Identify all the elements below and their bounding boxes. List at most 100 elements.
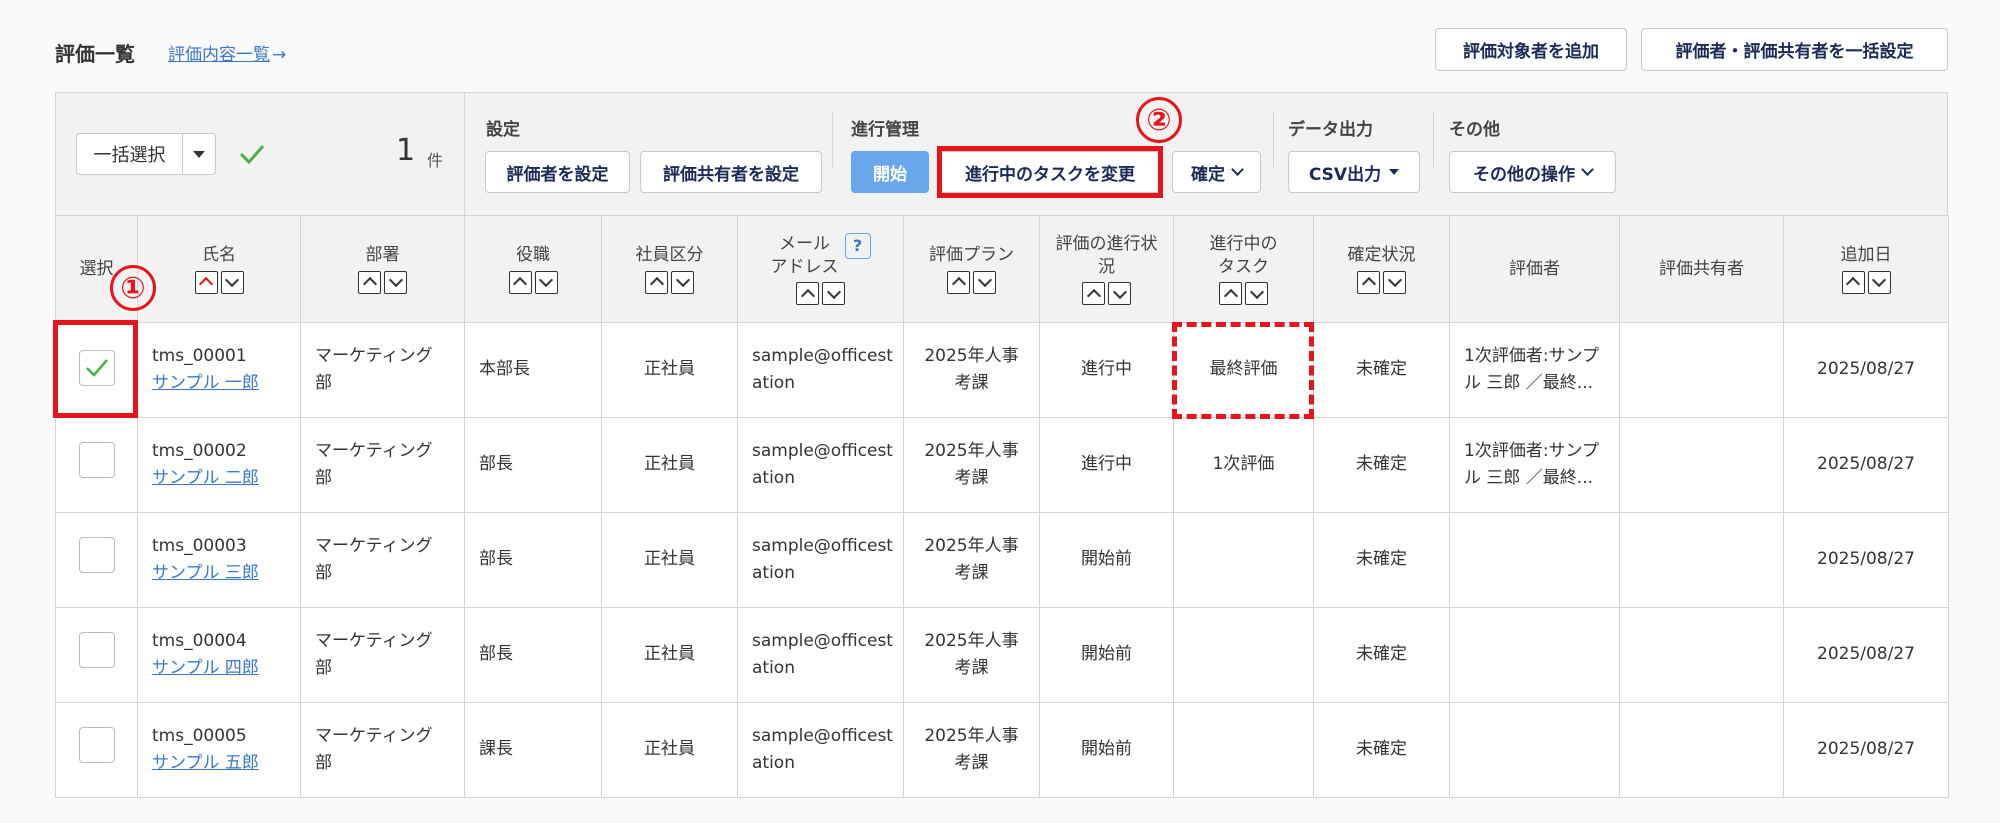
- sort-desc-icon[interactable]: [384, 270, 407, 294]
- help-icon[interactable]: ?: [844, 232, 871, 259]
- employee-id: tms_00004: [152, 630, 247, 651]
- sharer-cell: [1619, 607, 1784, 703]
- sort-desc-icon[interactable]: [220, 270, 244, 294]
- email-cell: sample@officest ation: [737, 512, 904, 608]
- highlight-task-cell: [1172, 322, 1314, 419]
- header-evaluator: 評価者: [1449, 215, 1620, 323]
- evaluator-cell: [1449, 607, 1620, 703]
- header-position: 役職: [464, 215, 602, 323]
- emp-type-cell: 正社員: [601, 322, 738, 418]
- other-actions-label: その他の操作: [1473, 164, 1575, 185]
- start-button[interactable]: 開始: [851, 151, 929, 193]
- sort-desc-icon[interactable]: [973, 270, 996, 294]
- marker-1: ①: [110, 265, 156, 311]
- select-cell: [55, 417, 138, 513]
- added-date-cell: 2025/08/27: [1783, 322, 1949, 418]
- employee-name-link[interactable]: サンプル 二郎: [152, 468, 259, 488]
- confirm-cell: 未確定: [1313, 702, 1450, 798]
- name-cell: tms_00005 サンプル 五郎: [137, 702, 301, 798]
- page-title: 評価一覧: [55, 42, 135, 66]
- row-checkbox[interactable]: [78, 442, 115, 479]
- name-cell: tms_00001 サンプル 一郎: [137, 322, 301, 418]
- header-confirm: 確定状況: [1313, 215, 1450, 323]
- sort-asc-icon[interactable]: [508, 270, 532, 294]
- plan-cell: 2025年人事 考課: [903, 607, 1040, 703]
- sort-desc-icon[interactable]: [1383, 270, 1406, 294]
- bulk-select-button[interactable]: 一括選択: [77, 134, 183, 174]
- sharer-cell: [1619, 322, 1784, 418]
- bulk-select-control: 一括選択: [76, 133, 216, 175]
- csv-export-button[interactable]: CSV出力: [1288, 151, 1420, 193]
- set-evaluator-button[interactable]: 評価者を設定: [485, 151, 630, 193]
- position-cell: 部長: [464, 512, 602, 608]
- caret-down-icon: [1389, 169, 1400, 175]
- task-cell: [1173, 512, 1314, 608]
- confirm-cell: 未確定: [1313, 417, 1450, 513]
- position-cell: 課長: [464, 702, 602, 798]
- sort-desc-icon[interactable]: [534, 270, 558, 294]
- status-cell: 開始前: [1039, 512, 1174, 608]
- plan-cell: 2025年人事 考課: [903, 417, 1040, 513]
- row-checkbox[interactable]: [78, 727, 115, 764]
- divider: [1433, 111, 1434, 167]
- sort-desc-icon[interactable]: [671, 270, 694, 294]
- sort-desc-icon[interactable]: [1245, 282, 1268, 306]
- sort-asc-icon[interactable]: [947, 270, 970, 294]
- divider: [1273, 111, 1274, 167]
- dept-cell: マーケティング部: [300, 607, 465, 703]
- evaluation-content-list-link[interactable]: 評価内容一覧 →: [168, 40, 286, 65]
- marker-2: ②: [1136, 97, 1182, 143]
- confirm-label: 確定: [1191, 164, 1225, 185]
- sort-desc-icon[interactable]: [822, 282, 845, 306]
- add-target-button[interactable]: 評価対象者を追加: [1435, 28, 1627, 71]
- table-row: tms_00004 サンプル 四郎 マーケティング部部長 正社員 sample@offi…: [55, 607, 1949, 703]
- sort-asc-icon[interactable]: [796, 282, 819, 306]
- settings-group-label: 設定: [486, 120, 520, 140]
- added-date-cell: 2025/08/27: [1783, 417, 1949, 513]
- employee-name-link[interactable]: サンプル 一郎: [152, 373, 259, 393]
- employee-name-link[interactable]: サンプル 四郎: [152, 658, 259, 678]
- sort-desc-icon[interactable]: [1108, 282, 1131, 306]
- sort-asc-icon[interactable]: [358, 270, 381, 294]
- employee-id: tms_00001: [152, 345, 247, 366]
- set-sharer-button[interactable]: 評価共有者を設定: [640, 151, 822, 193]
- sort-asc-icon[interactable]: [1219, 282, 1242, 306]
- highlight-change-task: [937, 146, 1163, 198]
- check-icon: [239, 145, 265, 165]
- sort-asc-icon[interactable]: [645, 270, 668, 294]
- sort-asc-icon[interactable]: [1841, 270, 1865, 294]
- sort-asc-icon[interactable]: [1082, 282, 1105, 306]
- added-date-cell: 2025/08/27: [1783, 702, 1949, 798]
- added-date-cell: 2025/08/27: [1783, 512, 1949, 608]
- other-group-label: その他: [1449, 120, 1500, 140]
- sort-asc-icon[interactable]: [194, 270, 218, 294]
- plan-cell: 2025年人事 考課: [903, 702, 1040, 798]
- table-row: tms_00003 サンプル 三郎 マーケティング部部長 正社員 sample@offi…: [55, 512, 1949, 608]
- email-cell: sample@officest ation: [737, 607, 904, 703]
- header-status: 評価の進行状況: [1039, 215, 1174, 323]
- sort-asc-icon[interactable]: [1357, 270, 1380, 294]
- employee-name-link[interactable]: サンプル 五郎: [152, 753, 259, 773]
- emp-type-cell: 正社員: [601, 607, 738, 703]
- bulk-select-dropdown[interactable]: [183, 134, 215, 174]
- row-checkbox[interactable]: [78, 632, 115, 669]
- bulk-evaluator-setting-button[interactable]: 評価者・評価共有者を一括設定: [1641, 28, 1948, 71]
- added-date-cell: 2025/08/27: [1783, 607, 1949, 703]
- other-actions-button[interactable]: その他の操作: [1449, 151, 1616, 193]
- header-plan: 評価プラン: [903, 215, 1040, 323]
- email-cell: sample@officest ation: [737, 702, 904, 798]
- dept-cell: マーケティング部: [300, 322, 465, 418]
- count-unit: 件: [427, 151, 444, 170]
- status-cell: 進行中: [1039, 322, 1174, 418]
- select-cell: [55, 702, 138, 798]
- confirm-dropdown-button[interactable]: 確定: [1172, 151, 1261, 193]
- sort-desc-icon[interactable]: [1867, 270, 1891, 294]
- employee-name-link[interactable]: サンプル 三郎: [152, 563, 259, 583]
- confirm-cell: 未確定: [1313, 607, 1450, 703]
- evaluation-table: 選択 氏名 部署 役職 社員区分 メール アドレス ? 評価プラン 評価の進行状況…: [55, 215, 1949, 798]
- row-checkbox[interactable]: [78, 537, 115, 574]
- sharer-cell: [1619, 702, 1784, 798]
- confirm-cell: 未確定: [1313, 512, 1450, 608]
- plan-cell: 2025年人事 考課: [903, 512, 1040, 608]
- header-dept: 部署: [300, 215, 465, 323]
